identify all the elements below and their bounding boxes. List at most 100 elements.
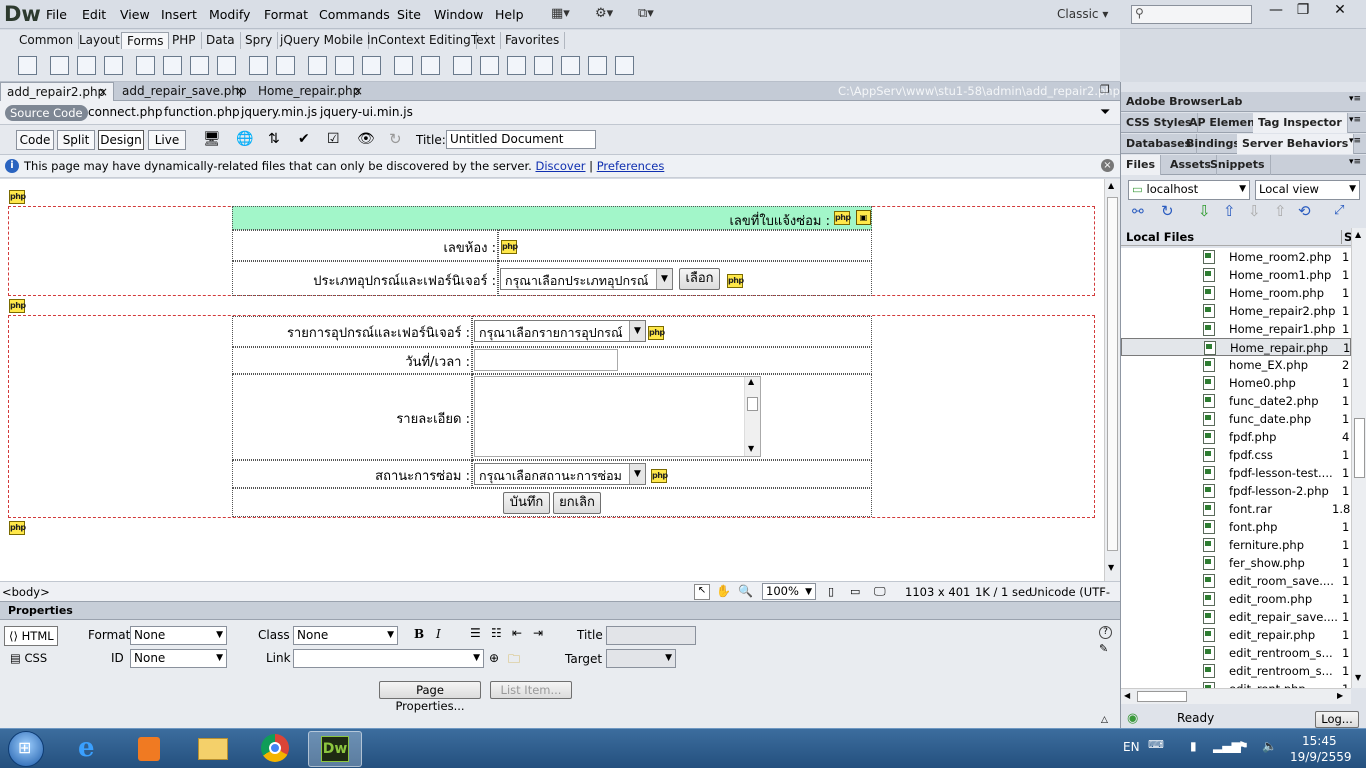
bold-button[interactable]: B (414, 627, 424, 641)
minimize-button[interactable]: — (1261, 2, 1291, 22)
preferences-link[interactable]: Preferences (597, 159, 665, 173)
php-tag-icon[interactable]: php (651, 469, 668, 483)
zoom-tool-icon[interactable]: 🔍 (738, 584, 753, 598)
expand-icon[interactable]: ⤢ (1334, 203, 1344, 218)
file-row[interactable]: fpdf.php 4 (1121, 428, 1351, 446)
file-row[interactable]: Home_room2.php 1 (1121, 248, 1351, 266)
restore-button[interactable]: ❐ (1288, 2, 1318, 22)
scroll-up-icon[interactable]: ▲ (1108, 181, 1114, 190)
menu-file[interactable]: File (46, 7, 67, 22)
design-view[interactable]: php เลขที่ใบแจ้งซ่อม : php ▣ เลขห้อง : p… (0, 179, 1104, 581)
html-mode-button[interactable]: ⟨⟩ HTML (4, 626, 58, 646)
chrome-app[interactable] (248, 731, 302, 767)
file-row[interactable]: edit_repair_save.... 1 (1121, 608, 1351, 626)
scroll-up-icon[interactable]: ▲ (748, 377, 754, 386)
hidden-field-icon[interactable] (77, 56, 96, 75)
file-row[interactable]: fpdf-lesson-2.php 1 (1121, 482, 1351, 500)
related-file[interactable]: function.php (164, 105, 240, 119)
live-view-button[interactable]: Live (148, 130, 186, 150)
check-out-icon[interactable]: ⇩ (1248, 202, 1261, 220)
form-icon[interactable] (18, 56, 37, 75)
split-view-button[interactable]: Split (57, 130, 95, 150)
file-row[interactable]: Home_repair2.php 1 (1121, 302, 1351, 320)
scroll-thumb[interactable] (1137, 691, 1187, 702)
menu-help[interactable]: Help (495, 7, 524, 22)
menu-icon[interactable]: ▾≡ (1349, 94, 1361, 104)
menu-view[interactable]: View (120, 7, 150, 22)
folder-icon[interactable]: 🗀 (508, 650, 520, 671)
tab-layout[interactable]: Layout (74, 32, 126, 49)
link-input[interactable]: ▼ (293, 649, 484, 668)
battery-icon[interactable]: ▮ (1190, 739, 1197, 753)
spry-radio-group-icon[interactable] (615, 56, 634, 75)
scroll-down-icon[interactable]: ▼ (748, 444, 754, 453)
explorer-app[interactable] (186, 731, 240, 767)
menu-commands[interactable]: Commands (319, 7, 390, 22)
start-button[interactable]: ⊞ (8, 731, 44, 767)
button-icon[interactable] (362, 56, 381, 75)
checkbox-icon[interactable] (136, 56, 155, 75)
tab-spry[interactable]: Spry (240, 32, 279, 49)
menu-site[interactable]: Site (397, 7, 421, 22)
file-management-icon[interactable]: ⇅ (268, 131, 280, 147)
php-tag-icon[interactable]: php (648, 326, 665, 340)
multiscreen-icon[interactable]: 🖥 (203, 131, 221, 147)
tablet-size-icon[interactable]: ▭ (850, 585, 860, 598)
file-row[interactable]: home_EX.php 2 (1121, 356, 1351, 374)
outdent-icon[interactable]: ⇤ (512, 626, 522, 640)
related-file[interactable]: jquery-ui.min.js (320, 105, 413, 119)
log-button[interactable]: Log... (1315, 711, 1359, 728)
site-select[interactable]: ▭ localhost ▼ (1128, 180, 1250, 200)
php-tag-icon[interactable]: php (501, 240, 518, 254)
volume-icon[interactable]: 🔈 (1262, 739, 1277, 753)
php-tag-icon[interactable]: php (834, 211, 851, 225)
pointer-tool-icon[interactable]: ↖ (694, 584, 710, 600)
css-mode-button[interactable]: ▤ CSS (10, 651, 47, 665)
tab-text[interactable]: Text (466, 32, 502, 49)
choose-button[interactable]: เลือก (679, 268, 720, 290)
tab-common[interactable]: Common (14, 32, 80, 49)
file-row[interactable]: edit_room_save.... 1 (1121, 572, 1351, 590)
related-file[interactable]: jquery.min.js (241, 105, 317, 119)
image-field-icon[interactable] (308, 56, 327, 75)
menu-icon[interactable]: ▾≡ (1349, 115, 1361, 125)
file-row[interactable]: fer_show.php 1 (1121, 554, 1351, 572)
doc-tab[interactable]: add_repair_save.php × (116, 82, 250, 101)
checkbox-group-icon[interactable] (163, 56, 182, 75)
spry-password-icon[interactable] (561, 56, 580, 75)
tab-incontext-editing[interactable]: InContext Editing (362, 32, 477, 49)
design-scrollbar[interactable]: ▲ ▼ (1104, 179, 1120, 581)
zoom-select[interactable]: 100% ▼ (762, 583, 816, 600)
scroll-thumb[interactable] (747, 397, 758, 411)
edit-icon[interactable]: ✎ (1099, 642, 1108, 655)
put-files-icon[interactable]: ⇧ (1223, 202, 1236, 220)
textarea-icon[interactable] (104, 56, 123, 75)
menu-edit[interactable]: Edit (82, 7, 106, 22)
doc-tab[interactable]: Home_repair.php × (252, 82, 368, 101)
file-row[interactable]: font.php 1 (1121, 518, 1351, 536)
language-indicator[interactable]: EN (1123, 740, 1140, 754)
tab-php[interactable]: PHP (167, 32, 202, 49)
scroll-down-icon[interactable]: ▼ (1355, 673, 1361, 682)
mobile-size-icon[interactable]: ▯ (828, 585, 834, 598)
detail-textarea[interactable]: ▲ ▼ (474, 376, 761, 457)
layout-icon[interactable]: ▦▾ (551, 6, 570, 21)
tab-snippets[interactable]: Snippets (1205, 155, 1271, 175)
id-select[interactable]: None ▼ (130, 649, 227, 668)
visual-aids-icon[interactable]: 👁 (357, 131, 375, 147)
file-row[interactable]: Home_repair.php 1 (1121, 338, 1351, 356)
file-row[interactable]: edit_rentroom_s... 1 (1121, 644, 1351, 662)
w3c-validation-icon[interactable]: ✔ (298, 131, 310, 147)
unordered-list-icon[interactable]: ☰ (470, 626, 481, 640)
form-element-icon[interactable]: ▣ (856, 210, 871, 225)
spry-confirm-icon[interactable] (588, 56, 607, 75)
view-select[interactable]: Local view ▼ (1255, 180, 1360, 200)
code-view-button[interactable]: Code (16, 130, 54, 150)
fieldset-icon[interactable] (421, 56, 440, 75)
scroll-thumb[interactable] (1107, 197, 1118, 551)
menu-window[interactable]: Window (434, 7, 483, 22)
source-code-button[interactable]: Source Code (5, 105, 88, 121)
textarea-scrollbar[interactable]: ▲ ▼ (744, 377, 760, 456)
file-row[interactable]: edit_room.php 1 (1121, 590, 1351, 608)
browserlab-tab[interactable]: Adobe BrowserLab (1121, 92, 1247, 112)
